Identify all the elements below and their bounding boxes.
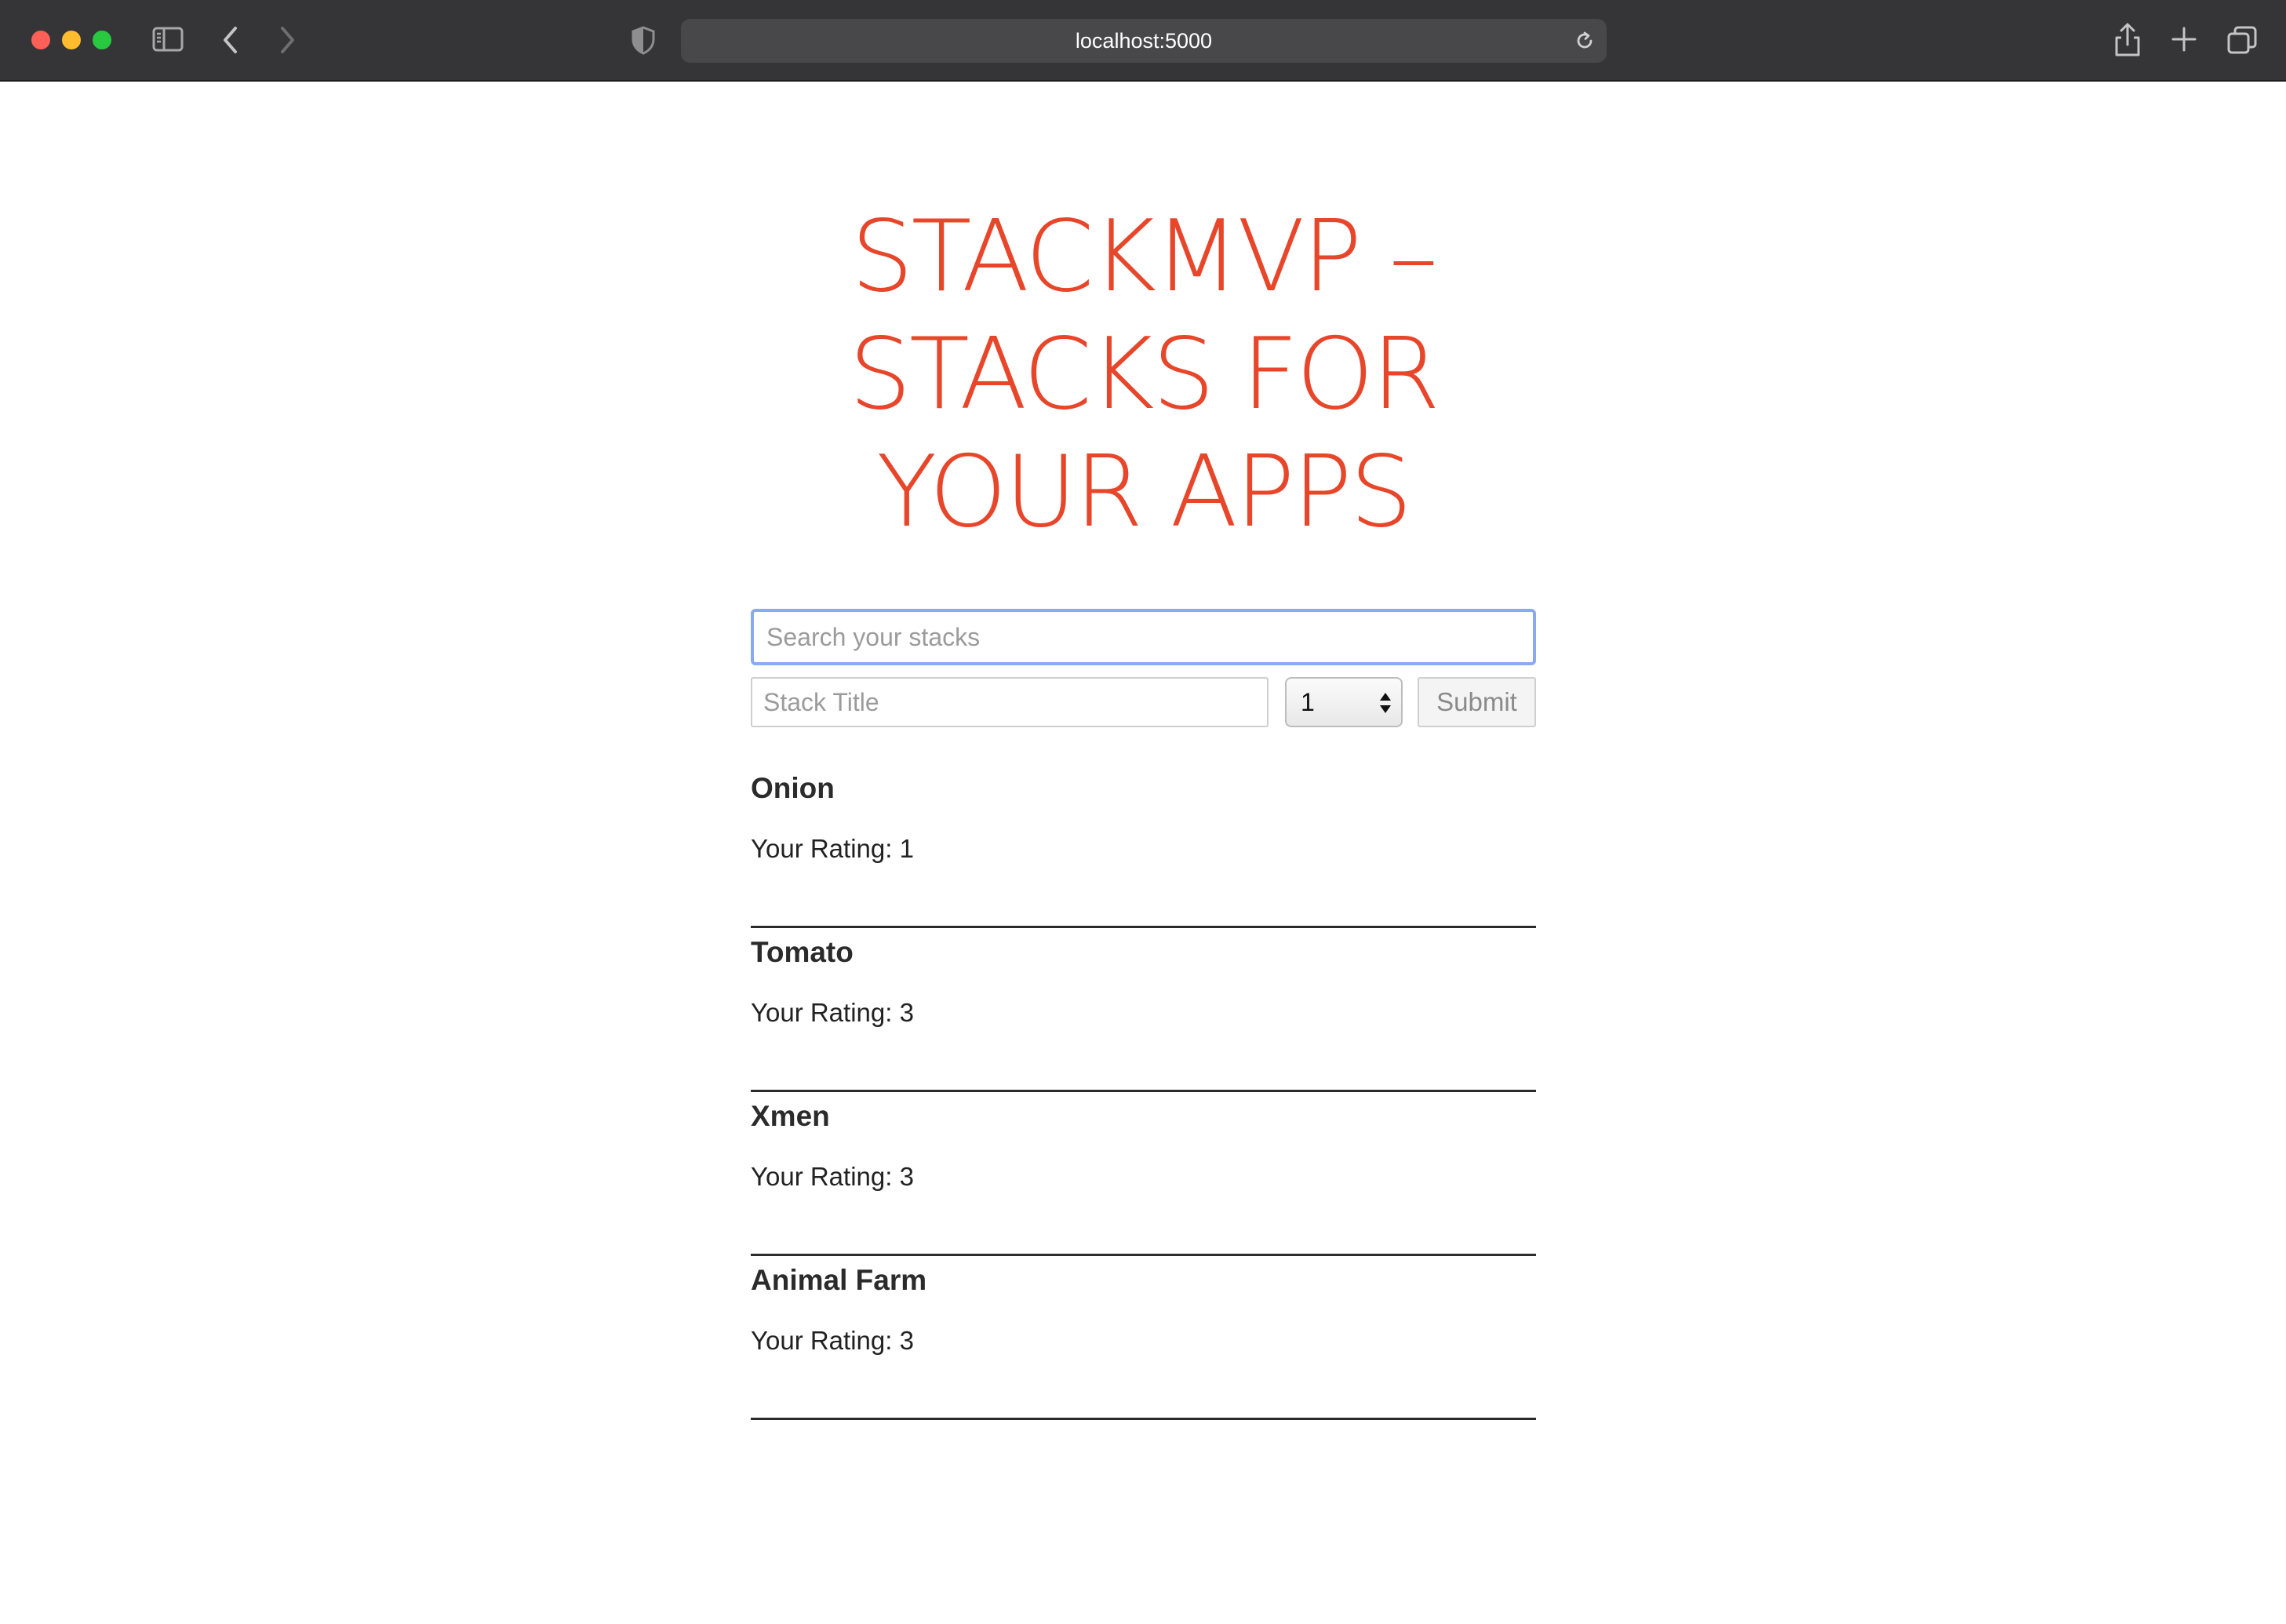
submit-button[interactable]: Submit [1418, 677, 1536, 727]
stack-list: Onion Your Rating: 1 Tomato Your Rating:… [751, 764, 1536, 1420]
address-bar[interactable]: localhost:5000 [681, 19, 1607, 63]
url-text: localhost:5000 [1075, 28, 1213, 53]
stack-item-xmen: Xmen Your Rating: 3 [751, 1092, 1536, 1256]
shield-icon[interactable] [631, 25, 656, 55]
stack-name: Tomato [751, 936, 854, 968]
maximize-window-button[interactable] [93, 31, 111, 49]
reload-icon[interactable] [1574, 30, 1596, 52]
stack-name: Onion [751, 772, 835, 804]
rating-select-value: 1 [1301, 687, 1315, 716]
stack-item-animal-farm: Animal Farm Your Rating: 3 [751, 1256, 1536, 1420]
browser-toolbar: localhost:5000 [0, 0, 2286, 82]
stack-name: Xmen [751, 1100, 830, 1132]
stack-name: Animal Farm [751, 1264, 927, 1296]
chevron-left-icon[interactable] [218, 24, 245, 56]
page-title: StackMVP – Stacks for your apps [849, 198, 1440, 549]
stack-rating: Your Rating: 3 [751, 1326, 914, 1355]
minimize-window-button[interactable] [62, 31, 81, 49]
share-icon[interactable] [2113, 22, 2142, 58]
chevron-right-icon[interactable] [273, 24, 300, 56]
stack-item-onion: Onion Your Rating: 1 [751, 764, 1536, 928]
close-window-button[interactable] [31, 31, 50, 49]
stack-rating: Your Rating: 1 [751, 834, 914, 863]
rating-select[interactable]: 1 [1285, 677, 1403, 727]
select-arrows-icon [1380, 693, 1391, 713]
sidebar-toggle-icon[interactable] [152, 27, 184, 52]
tabs-overview-icon[interactable] [2226, 25, 2258, 55]
page-content: StackMVP – Stacks for your apps 1 Submit… [0, 82, 2286, 1624]
stack-rating: Your Rating: 3 [751, 998, 914, 1027]
plus-icon[interactable] [2170, 25, 2198, 53]
stack-rating: Your Rating: 3 [751, 1162, 914, 1191]
stack-title-field[interactable] [751, 677, 1269, 727]
stack-item-tomato: Tomato Your Rating: 3 [751, 928, 1536, 1092]
search-input[interactable] [751, 609, 1536, 665]
